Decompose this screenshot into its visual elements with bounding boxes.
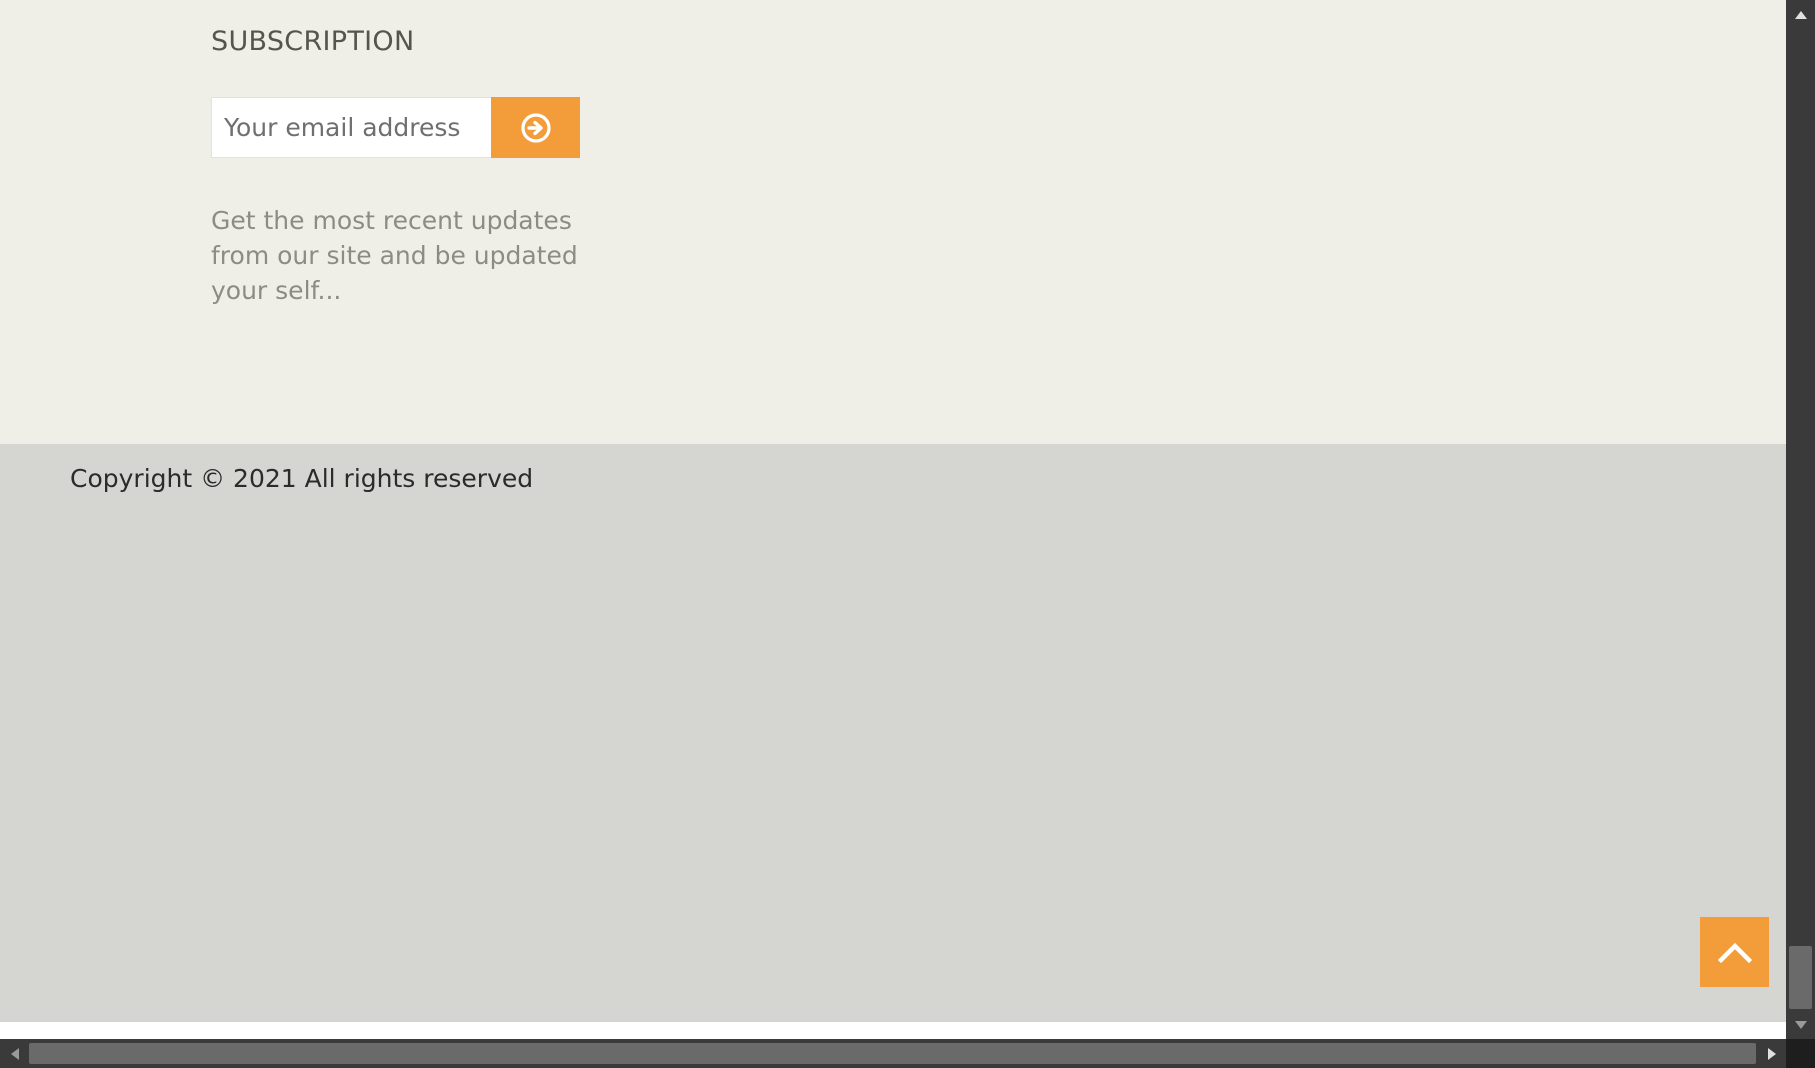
email-input[interactable] [211,97,492,158]
arrow-circle-right-icon [520,112,552,144]
horizontal-scrollbar[interactable] [0,1039,1786,1068]
vertical-scroll-thumb[interactable] [1789,946,1812,1009]
scroll-left-arrow-icon[interactable] [0,1039,29,1068]
vertical-scrollbar[interactable] [1786,0,1815,1039]
page-viewport: SUBSCRIPTION Get the most recent updates… [0,0,1786,1039]
back-to-top-button[interactable] [1700,917,1769,987]
footer: Copyright © 2021 All rights reserved [0,444,1786,1022]
scrollbar-corner [1786,1039,1815,1068]
scroll-right-arrow-icon[interactable] [1757,1039,1786,1068]
chevron-up-icon [1717,941,1752,963]
subscription-description: Get the most recent updates from our sit… [211,206,578,305]
subscribe-button[interactable] [491,97,580,158]
horizontal-scroll-thumb[interactable] [29,1043,1756,1064]
scroll-up-arrow-icon[interactable] [1786,0,1815,29]
copyright-text: Copyright © 2021 All rights reserved [70,464,534,493]
subscription-title: SUBSCRIPTION [211,26,415,57]
scroll-down-arrow-icon[interactable] [1786,1010,1815,1039]
subscription-section: SUBSCRIPTION Get the most recent updates… [0,0,1786,444]
